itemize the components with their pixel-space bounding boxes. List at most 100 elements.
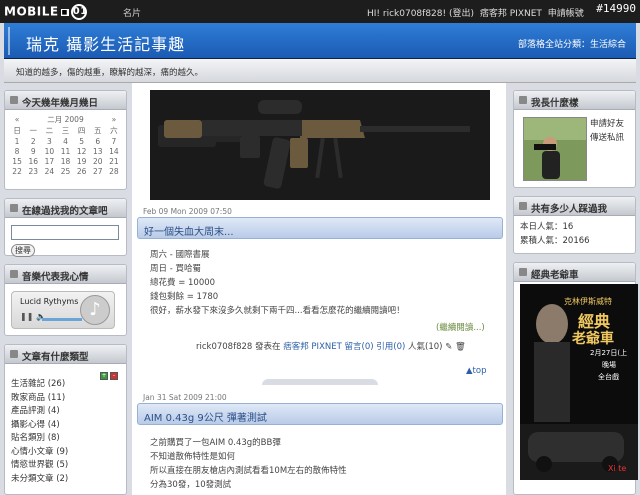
category-item[interactable]: 心情小文章 (9): [11, 446, 120, 460]
add-friend-link[interactable]: 申請好友: [590, 117, 624, 131]
calendar-day[interactable]: 23: [25, 166, 41, 176]
post-meta: rick0708f828 發表在 痞客邦 PIXNET 留言(0) 引用(0) …: [196, 340, 466, 352]
calendar-day[interactable]: 15: [9, 156, 25, 166]
category-item[interactable]: 敗家商品 (11): [11, 392, 120, 406]
mobile01-logo[interactable]: MOBILE ■ 01: [4, 4, 87, 20]
category-item[interactable]: 情慾世界觀 (5): [11, 459, 120, 473]
weekday: 四: [77, 126, 86, 135]
calendar-day[interactable]: 7: [106, 136, 122, 146]
search-panel: 在線過找我的文章吧 搜尋: [4, 198, 127, 257]
music-player[interactable]: Lucid Rythyms ❚❚ 🔈 ♪: [11, 291, 115, 329]
calendar-title: 今天幾年幾月幾日: [22, 98, 99, 109]
user-links: HI! rick0708f828! (登出) 痞客邦 PIXNET 申請帳號: [367, 6, 587, 19]
post-line: 分為30發，10發測試: [150, 480, 232, 490]
category-item[interactable]: 產品評測 (4): [11, 405, 120, 419]
weekday: 六: [110, 126, 118, 135]
calendar-day[interactable]: 26: [74, 166, 90, 176]
avatar[interactable]: [523, 117, 587, 181]
post-title[interactable]: AIM 0.43g 9公尺 彈著測試: [144, 409, 267, 424]
calendar-day[interactable]: 19: [74, 156, 90, 166]
post-line: 很好，薪水發下來沒多久就剩下兩千四...看看怎麼花的繼續閱讀吧！: [150, 306, 405, 316]
post-title[interactable]: 好一個失血大周末...: [144, 223, 234, 238]
edit-icon[interactable]: ✎: [445, 342, 452, 352]
read-more-link[interactable]: (繼續閱讀...): [436, 321, 485, 333]
calendar-day[interactable]: 18: [57, 156, 73, 166]
avatar-photo: [524, 118, 586, 180]
category-tools: + -: [98, 370, 118, 380]
views-count: 人氣(10): [408, 342, 443, 352]
calendar-day[interactable]: 11: [57, 146, 73, 156]
post-title-bar: 好一個失血大周末...: [137, 217, 503, 239]
poster-film-b: 老爺車: [572, 331, 614, 347]
trash-icon[interactable]: 🗑: [455, 342, 466, 352]
panel-header: 文章有什麼類型: [5, 345, 126, 364]
send-message-link[interactable]: 傳送私訊: [590, 131, 624, 145]
back-to-top-link[interactable]: ▲top: [466, 366, 486, 376]
calendar-day[interactable]: 8: [9, 146, 25, 156]
calendar-day[interactable]: 14: [106, 146, 122, 156]
category-list: 生活雜記 (26) 敗家商品 (11) 產品評測 (4) 攝影心得 (4) 貼名…: [11, 378, 120, 486]
pixnet-link[interactable]: 痞客邦 PIXNET: [283, 342, 342, 352]
quote-link[interactable]: 引用(0): [376, 342, 405, 352]
top-nav-bar: MOBILE ■ 01 名片 HI! rick0708f828! (登出) 痞客邦 …: [0, 0, 640, 23]
calendar-day[interactable]: 10: [41, 146, 57, 156]
greeting-logout-link[interactable]: HI! rick0708f828! (登出): [367, 9, 474, 19]
calendar-prev[interactable]: «: [9, 114, 25, 125]
calendar-day[interactable]: 12: [74, 146, 90, 156]
calendar-day[interactable]: 2: [25, 136, 41, 146]
calendar-day[interactable]: 22: [9, 166, 25, 176]
calendar-panel: 今天幾年幾月幾日 « 二月 2009 » 日 一 二 三 四 五 六 1 2 3…: [4, 90, 127, 190]
category-item[interactable]: 貼名類別 (8): [11, 432, 120, 446]
calendar-table: « 二月 2009 » 日 一 二 三 四 五 六 1 2 3 4 5 6 7: [9, 114, 122, 176]
expand-icon[interactable]: +: [100, 372, 108, 380]
panel-header: 我長什麼樣: [514, 91, 635, 110]
post-line: 周日 - 買哈蜀: [150, 264, 201, 274]
logo-mark: ■: [60, 8, 69, 16]
calendar-day[interactable]: 1: [9, 136, 25, 146]
poster-line2: 晚場: [602, 361, 616, 369]
calendar-day[interactable]: 13: [90, 146, 106, 156]
calendar-day[interactable]: 21: [106, 156, 122, 166]
category-link[interactable]: 部落格全站分類：生活綜合: [518, 37, 626, 50]
calendar-next[interactable]: »: [106, 114, 122, 125]
calendar-day[interactable]: 20: [90, 156, 106, 166]
search-button[interactable]: 搜尋: [11, 244, 35, 257]
post-line: 不知道散佈特性是如何: [150, 452, 236, 462]
calendar-day[interactable]: 5: [74, 136, 90, 146]
blog-subtitle: 知道的越多，傷的越重，瞭解的越深，痛的越久。: [16, 68, 204, 78]
apply-account-link[interactable]: 申請帳號: [548, 9, 584, 19]
calendar-week: 8 9 10 11 12 13 14: [9, 146, 122, 156]
calendar-day[interactable]: 24: [41, 166, 57, 176]
pixnet-link[interactable]: 痞客邦 PIXNET: [480, 9, 542, 19]
category-item[interactable]: 生活雜記 (26): [11, 378, 120, 392]
movie-poster[interactable]: 克林伊斯威特 經典 老爺車 2月27日(上 晚場 全台戲 Xi te: [520, 284, 638, 480]
search-input[interactable]: [11, 225, 119, 240]
calendar-day[interactable]: 4: [57, 136, 73, 146]
category-item[interactable]: 攝影心得 (4): [11, 419, 120, 433]
card-link[interactable]: 名片: [123, 6, 141, 19]
author-link[interactable]: rick0708f828: [196, 342, 252, 352]
calendar-day[interactable]: 3: [41, 136, 57, 146]
volume-bar[interactable]: [42, 318, 82, 321]
post-date: Feb 09 Mon 2009 07:50: [143, 207, 232, 216]
category-item[interactable]: 未分類文章 (2): [11, 473, 120, 487]
bullet-icon: [10, 350, 18, 358]
calendar-day[interactable]: 27: [90, 166, 106, 176]
post-body: 周六 - 國際書展 周日 - 買哈蜀 總花費 = 10000 錢包剩餘 = 17…: [150, 248, 405, 318]
calendar-day[interactable]: 16: [25, 156, 41, 166]
published-label: 發表在: [255, 342, 281, 352]
calendar-day[interactable]: 17: [41, 156, 57, 166]
track-title: Lucid Rythyms: [20, 297, 79, 306]
comment-link[interactable]: 留言(0): [345, 342, 374, 352]
weekday: 二: [45, 126, 54, 135]
collapse-icon[interactable]: -: [110, 372, 118, 380]
post-line: 之前購買了一包AIM 0.43g的BB彈: [150, 438, 281, 448]
profile-title: 我長什麼樣: [531, 98, 579, 109]
calendar-day[interactable]: 6: [90, 136, 106, 146]
calendar-day[interactable]: 9: [25, 146, 41, 156]
calendar-week: 15 16 17 18 19 20 21: [9, 156, 122, 166]
calendar-day[interactable]: 25: [57, 166, 73, 176]
blog-title[interactable]: 瑞克 攝影生活記事趣: [26, 31, 185, 55]
calendar-day[interactable]: 28: [106, 166, 122, 176]
weekday: 日: [13, 126, 21, 135]
